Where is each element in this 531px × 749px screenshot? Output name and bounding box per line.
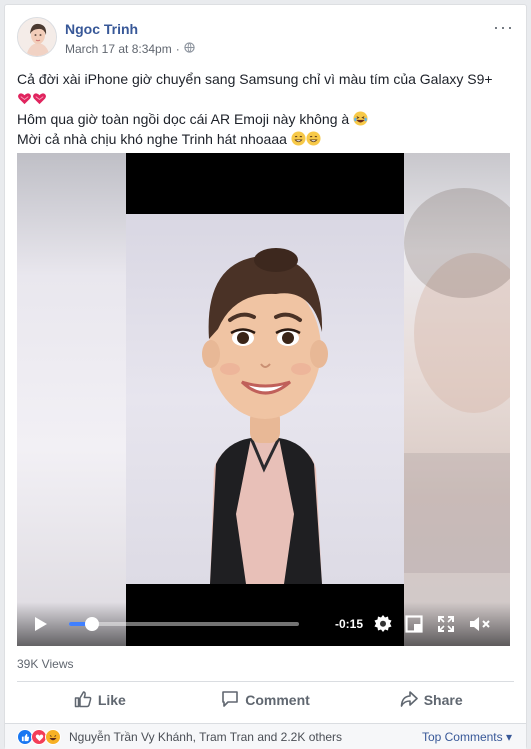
settings-gear-icon[interactable] [371,602,395,646]
post-card: Ngoc Trinh March 17 at 8:34pm · ··· Cả đ… [4,4,527,749]
reaction-summary[interactable]: Nguyễn Trần Vy Khánh, Tram Tran and 2.2K… [69,730,342,744]
like-thumb-icon [74,690,92,711]
grinning-emoji-icon [306,131,321,146]
post-text: Cả đời xài iPhone giờ chuyển sang Samsun… [17,69,514,149]
view-count: 39K Views [17,657,74,671]
video-blur-right [404,153,510,646]
fullscreen-icon[interactable] [435,602,457,646]
ar-emoji-avatar [126,214,404,584]
remaining-time: -0:15 [335,617,364,631]
comment-button[interactable]: Comment [183,683,349,717]
play-icon[interactable] [27,602,55,646]
more-options-icon[interactable]: ··· [493,18,514,36]
post-timestamp[interactable]: March 17 at 8:34pm [65,42,172,56]
divider [17,681,514,682]
reaction-icons[interactable] [17,729,61,745]
share-arrow-icon [400,690,418,711]
top-comments-dropdown[interactable]: Top Comments ▾ [422,730,512,744]
mute-icon[interactable] [467,602,493,646]
like-label: Like [97,692,126,708]
post-line-2: Hôm qua giờ toàn ngồi dọc cái AR Emoji n… [17,109,514,129]
post-line-1: Cả đời xài iPhone giờ chuyển sang Samsun… [17,71,493,87]
haha-reaction-icon [45,729,61,745]
post-meta: March 17 at 8:34pm · [65,42,195,56]
reactions-bar: Nguyễn Trần Vy Khánh, Tram Tran and 2.2K… [5,724,526,749]
laughing-emoji-icon [353,111,368,126]
avatar[interactable] [17,17,57,57]
meta-separator: · [175,42,180,56]
like-button[interactable]: Like [17,683,183,717]
post-line-1-emoji [17,89,514,109]
heart-emoji-icon [17,91,32,106]
video-player[interactable]: -0:15 [17,153,510,646]
action-bar: Like Comment Share [17,683,514,717]
author-name[interactable]: Ngoc Trinh [65,21,138,37]
globe-icon[interactable] [184,42,195,56]
video-controls: -0:15 [17,602,510,646]
progress-track[interactable] [69,617,299,631]
share-button[interactable]: Share [348,683,514,717]
grinning-emoji-icon [291,131,306,146]
comment-bubble-icon [221,690,239,711]
heart-emoji-icon [32,91,47,106]
progress-knob[interactable] [85,617,99,631]
share-label: Share [423,692,463,708]
post-line-3: Mời cả nhà chịu khó nghe Trinh hát nhoaa… [17,129,514,149]
video-frame [126,153,404,646]
pip-icon[interactable] [403,602,425,646]
video-blur-left [17,153,126,646]
post-header: Ngoc Trinh March 17 at 8:34pm · ··· [17,17,514,61]
comment-label: Comment [245,692,310,708]
